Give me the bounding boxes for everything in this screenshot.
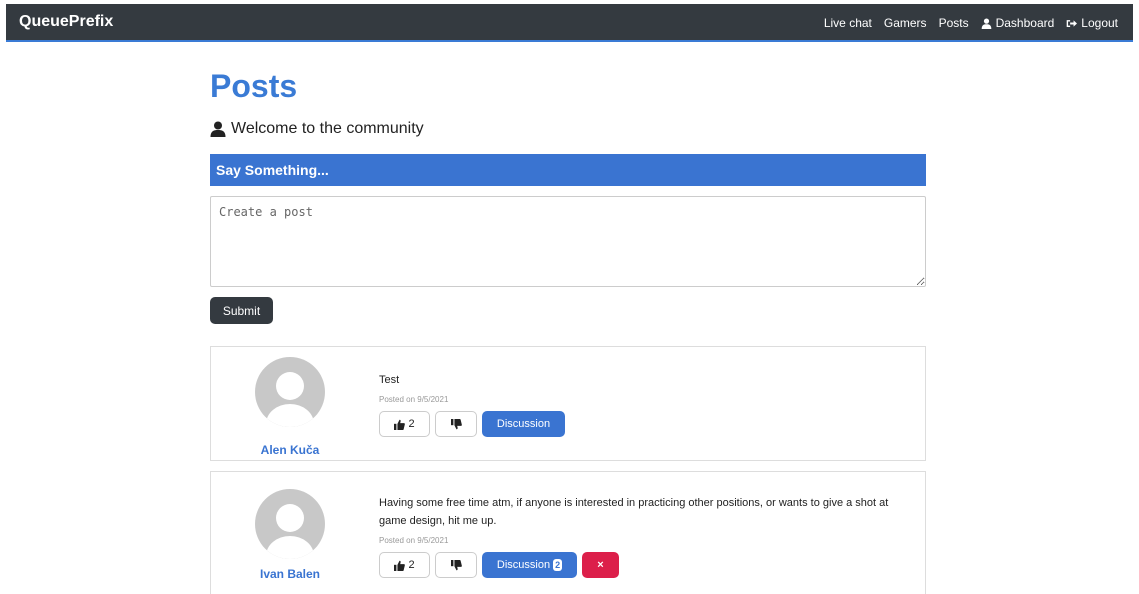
compose-header: Say Something... [210,154,926,186]
post-author: Alen Kuča [255,357,325,457]
nav-link-label: Dashboard [995,16,1055,30]
nav-links: Live chat Gamers Posts Dashboard Logout [812,16,1118,30]
nav-link-label: Gamers [883,16,927,30]
thumbs-down-icon [450,418,462,429]
post-body: Test Posted on 9/5/2021 2 Discussion [379,371,909,437]
sign-out-icon [1066,19,1078,27]
nav-link-label: Posts [938,16,969,30]
welcome-text: Welcome to the community [231,120,424,137]
welcome-message: Welcome to the community [210,120,424,138]
like-button[interactable]: 2 [379,411,430,437]
page-title: Posts [210,68,298,104]
discussion-label: Discussion [496,418,551,430]
nav-link-gamers[interactable]: Gamers [884,16,927,30]
nav-link-label: Live chat [823,16,872,30]
user-icon [981,17,991,29]
avatar[interactable] [255,489,325,559]
discussion-count-badge: 2 [553,559,563,571]
like-button[interactable]: 2 [379,552,430,578]
nav-link-logout[interactable]: Logout [1066,16,1118,30]
dislike-button[interactable] [435,552,477,578]
nav-link-live-chat[interactable]: Live chat [824,16,872,30]
post-date: Posted on 9/5/2021 [379,395,449,404]
thumbs-up-icon [394,560,406,571]
delete-icon: × [597,559,604,571]
delete-button[interactable]: × [582,552,619,578]
avatar[interactable] [255,357,325,427]
navbar: QueuePrefix Live chat Gamers Posts Dashb… [6,4,1133,42]
dislike-button[interactable] [435,411,477,437]
like-count: 2 [408,559,415,571]
thumbs-up-icon [394,419,406,430]
post-actions: 2 Discussion 2 × [379,552,909,578]
post-date: Posted on 9/5/2021 [379,536,449,545]
discussion-label: Discussion [496,559,551,571]
post-actions: 2 Discussion [379,411,909,437]
thumbs-down-icon [450,559,462,570]
author-name[interactable]: Alen Kuča [235,443,345,457]
post-author: Ivan Balen [255,489,325,581]
discussion-button[interactable]: Discussion [482,411,565,437]
discussion-button[interactable]: Discussion 2 [482,552,577,578]
nav-link-posts[interactable]: Posts [939,16,969,30]
post-body: Having some free time atm, if anyone is … [379,494,909,578]
post-input[interactable] [210,196,926,287]
post-card: Alen Kuča Test Posted on 9/5/2021 2 Disc… [210,346,926,461]
nav-link-dashboard[interactable]: Dashboard [981,16,1055,30]
submit-button[interactable]: Submit [210,297,273,324]
like-count: 2 [408,418,415,430]
nav-link-label: Logout [1081,16,1118,30]
post-text: Test [379,374,400,386]
post-card: Ivan Balen Having some free time atm, if… [210,471,926,594]
post-text: Having some free time atm, if anyone is … [379,497,889,527]
brand-logo[interactable]: QueuePrefix [19,13,113,31]
user-icon [210,121,226,137]
author-name[interactable]: Ivan Balen [235,567,345,581]
